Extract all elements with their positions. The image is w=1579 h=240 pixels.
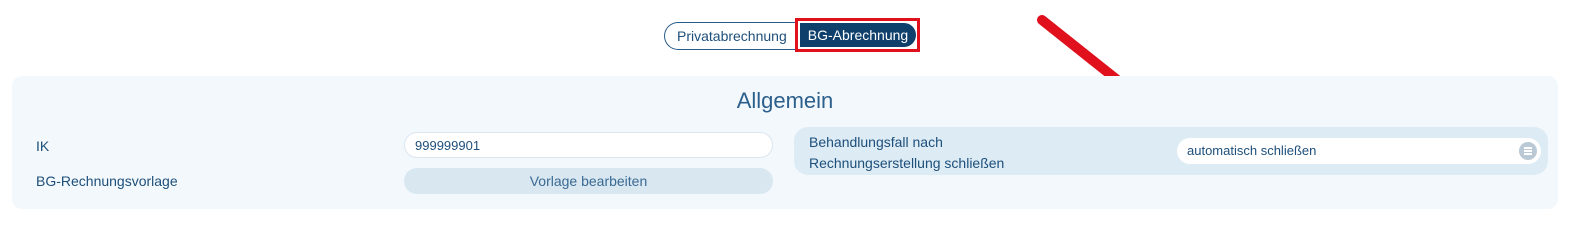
case-close-label-line2: Rechnungserstellung schließen (809, 155, 1005, 171)
highlight-box: BG-Abrechnung (795, 18, 920, 52)
list-icon[interactable] (1519, 142, 1537, 160)
billing-type-toggle: Privatabrechnung BG-Abrechnung (664, 18, 920, 52)
case-close-label: Behandlungsfall nach Rechnungserstellung… (809, 132, 1109, 174)
vorlage-bearbeiten-button[interactable]: Vorlage bearbeiten (404, 168, 773, 194)
case-close-label-line1: Behandlungsfall nach (809, 134, 943, 150)
section-title: Allgemein (736, 88, 834, 113)
allgemein-panel: Allgemein IK 999999901 BG-Rechnungsvorla… (12, 76, 1558, 209)
bg-rechnungsvorlage-label: BG-Rechnungsvorlage (36, 173, 178, 189)
case-close-row: Behandlungsfall nach Rechnungserstellung… (794, 127, 1548, 175)
ik-label: IK (36, 138, 50, 154)
ik-input[interactable]: 999999901 (404, 132, 773, 158)
tab-privatabrechnung[interactable]: Privatabrechnung (664, 22, 799, 50)
case-close-selected-value: automatisch schließen (1187, 143, 1317, 158)
case-close-select[interactable]: automatisch schließen (1177, 138, 1541, 164)
tab-bg-abrechnung[interactable]: BG-Abrechnung (800, 23, 916, 47)
